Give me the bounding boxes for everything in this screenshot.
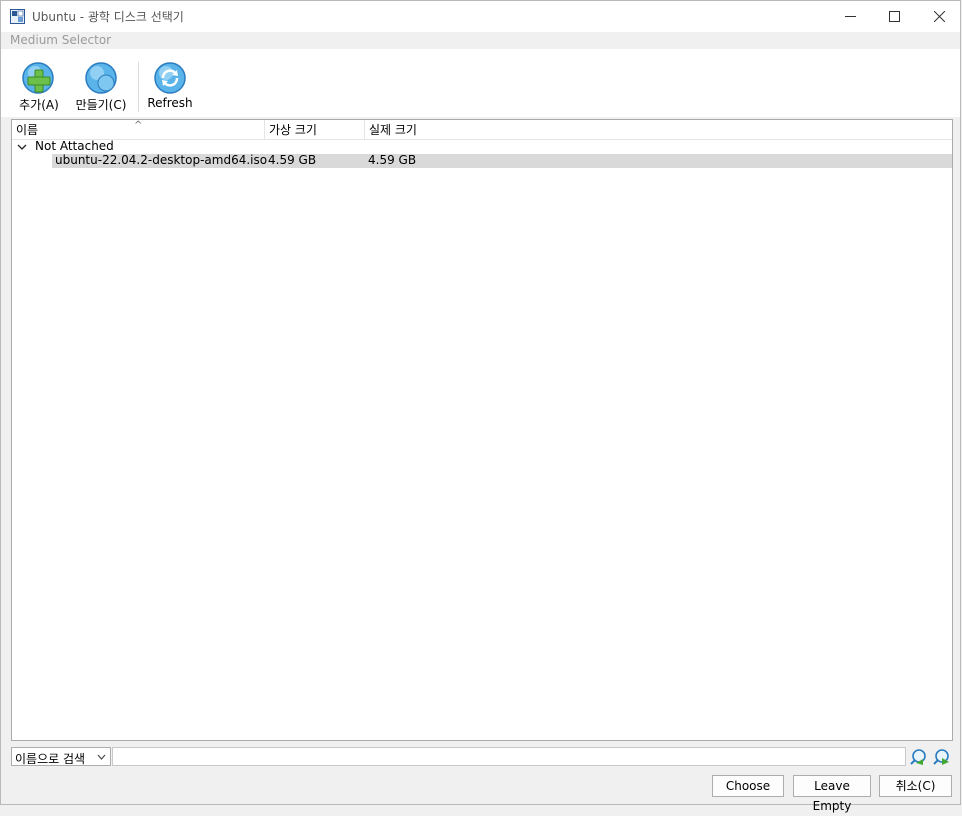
cancel-button[interactable]: 취소(C)	[879, 775, 952, 797]
sort-ascending-icon: ^	[134, 120, 143, 131]
dialog-subtitle: Medium Selector	[10, 33, 112, 47]
choose-button[interactable]: Choose	[712, 775, 784, 797]
column-header-actual-size[interactable]: 실제 크기	[365, 120, 485, 139]
search-input[interactable]	[112, 747, 906, 766]
refresh-button-label: Refresh	[147, 96, 193, 110]
table-row[interactable]: ubuntu-22.04.2-desktop-amd64.iso 4.59 GB…	[52, 154, 952, 168]
create-disk-icon	[85, 62, 117, 94]
column-header-name-label: 이름	[16, 123, 39, 137]
create-button-label: 만들기(C)	[75, 98, 127, 112]
search-mode-select[interactable]: 이름으로 검색	[11, 747, 111, 766]
search-mode-label: 이름으로 검색	[15, 752, 86, 766]
search-forward-icon[interactable]	[932, 748, 950, 766]
close-button[interactable]	[916, 1, 962, 32]
tree-header: 이름 ^ 가상 크기 실제 크기	[12, 120, 952, 140]
row-virtual-size: 4.59 GB	[268, 153, 317, 167]
window-title: Ubuntu - 광학 디스크 선택기	[32, 10, 184, 24]
row-actual-size: 4.59 GB	[368, 153, 417, 167]
add-disk-icon	[22, 62, 54, 94]
tree-group-label: Not Attached	[35, 139, 114, 153]
medium-tree[interactable]: 이름 ^ 가상 크기 실제 크기 Not Attached ubuntu-22.…	[11, 119, 953, 741]
add-button-label: 추가(A)	[19, 98, 59, 112]
refresh-icon	[154, 62, 186, 94]
column-header-name[interactable]: 이름 ^	[12, 120, 265, 139]
create-button[interactable]: 만들기(C)	[71, 61, 131, 113]
close-icon	[933, 11, 945, 22]
search-back-icon[interactable]	[909, 748, 927, 766]
minimize-icon	[844, 16, 856, 17]
toolbar: 추가(A) 만들기(C) Refresh	[1, 49, 960, 117]
minimize-button[interactable]	[827, 1, 873, 32]
add-button[interactable]: 추가(A)	[15, 61, 63, 113]
toolbar-separator	[138, 62, 139, 112]
tree-group-not-attached[interactable]: Not Attached	[12, 139, 952, 154]
refresh-button[interactable]: Refresh	[145, 61, 195, 113]
column-header-virtual-size[interactable]: 가상 크기	[265, 120, 365, 139]
medium-selector-window: Ubuntu - 광학 디스크 선택기 Medium Selector 추가(A…	[0, 0, 961, 813]
virtualbox-app-icon	[10, 9, 25, 24]
maximize-icon	[888, 11, 900, 22]
subtitle-bar: Medium Selector	[1, 32, 960, 49]
chevron-down-icon	[97, 754, 106, 760]
row-name: ubuntu-22.04.2-desktop-amd64.iso	[55, 153, 268, 167]
title-bar[interactable]: Ubuntu - 광학 디스크 선택기	[1, 1, 960, 32]
chevron-down-icon[interactable]	[17, 142, 27, 152]
leave-empty-button[interactable]: Leave Empty	[793, 775, 871, 813]
maximize-button[interactable]	[871, 1, 917, 32]
